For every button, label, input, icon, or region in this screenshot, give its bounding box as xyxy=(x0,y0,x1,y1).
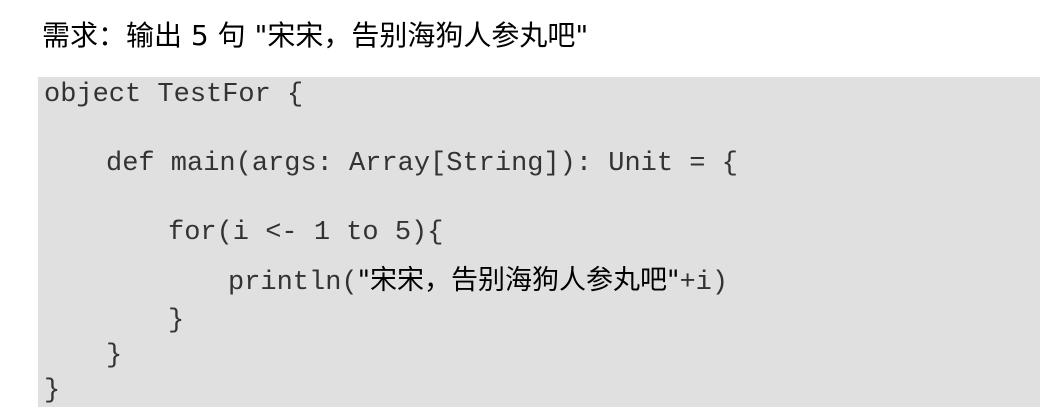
code-line-for: for(i <- 1 to 5){ xyxy=(168,218,444,248)
println-call: println( xyxy=(228,268,358,298)
code-line-println: println("宋宋，告别海狗人参丸吧"+i) xyxy=(228,264,728,300)
println-concat: +i) xyxy=(679,268,729,298)
code-line-object: object TestFor { xyxy=(44,80,304,110)
code-line-close-object: } xyxy=(44,376,61,406)
requirement-heading: 需求：输出 5 句 "宋宋，告别海狗人参丸吧" xyxy=(42,19,589,52)
code-line-close-for: } xyxy=(168,306,185,336)
code-line-close-main: } xyxy=(106,341,123,371)
println-string-literal: "宋宋，告别海狗人参丸吧" xyxy=(357,265,680,296)
code-line-def-main: def main(args: Array[String]): Unit = { xyxy=(106,149,738,179)
code-block: object TestFor { def main(args: Array[St… xyxy=(38,77,1040,407)
